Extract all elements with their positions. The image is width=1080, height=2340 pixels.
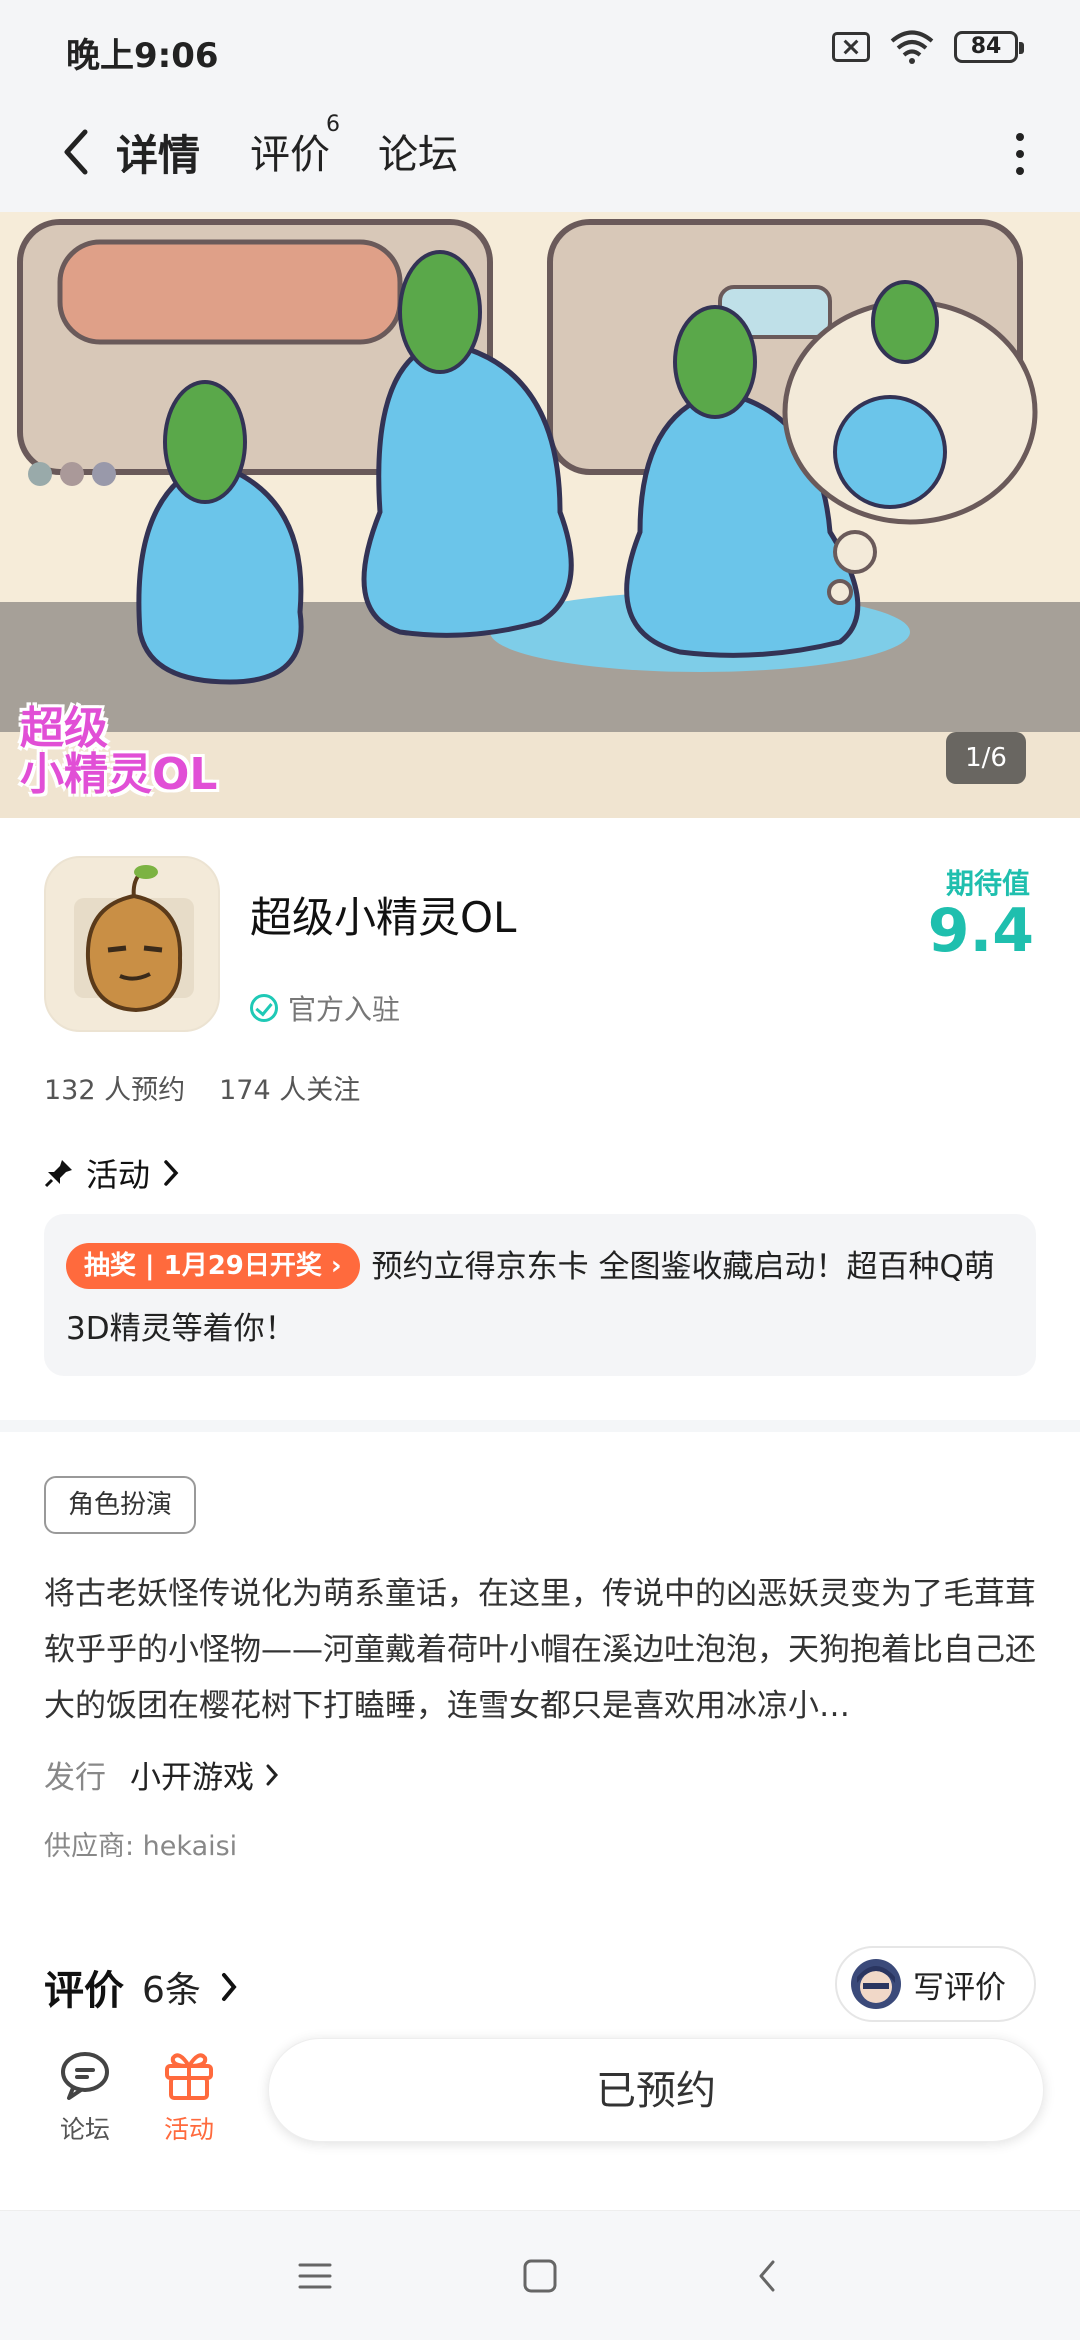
top-nav: 详情 评价 6 论坛 (0, 96, 1080, 212)
genre-tag[interactable]: 角色扮演 (44, 1476, 197, 1534)
tab-review[interactable]: 评价 6 (250, 112, 340, 180)
tab-forum[interactable]: 论坛 (378, 122, 458, 180)
system-nav-bar (0, 2210, 1080, 2340)
chevron-left-icon (64, 129, 88, 175)
app-stats: 132 人预约 174 人关注 (44, 1068, 360, 1107)
battery-indicator: 84 (954, 31, 1024, 63)
verified-check-icon (250, 994, 278, 1022)
reservation-count: 132 人预约 (44, 1075, 186, 1106)
carousel-counter: 1/6 (946, 732, 1026, 784)
review-count-badge: 6 (326, 112, 340, 137)
gift-icon (165, 2053, 213, 2100)
lottery-tag: 抽奖 | 1月29日开奖 › (66, 1242, 360, 1289)
back-button[interactable] (46, 122, 106, 182)
menu-icon (298, 2263, 332, 2289)
section-divider (0, 1420, 1080, 1432)
tab-review-label: 评价 (250, 132, 330, 178)
menu-button[interactable] (290, 2251, 340, 2301)
potato-character-icon (74, 865, 194, 1013)
game-logo: 超级 小精灵OL (20, 703, 218, 800)
supplier-text: 供应商: hekaisi (44, 1831, 238, 1862)
pin-icon (44, 1160, 72, 1188)
follower-count: 174 人关注 (219, 1075, 361, 1106)
expect-score: 9.4 (927, 896, 1034, 966)
publisher-name: 小开游戏 (130, 1752, 280, 1797)
home-button[interactable] (515, 2251, 565, 2301)
bottom-activity-button[interactable]: 活动 (144, 2044, 234, 2146)
chevron-right-icon (164, 1160, 179, 1186)
system-back-button[interactable] (742, 2251, 792, 2301)
wifi-icon (890, 30, 934, 64)
chevron-right-icon (221, 1973, 237, 2001)
forum-chat-icon (61, 2052, 109, 2100)
status-time: 晚上9:06 (66, 36, 219, 76)
publisher-row[interactable]: 发行 小开游戏 (44, 1752, 280, 1797)
status-bar: 晚上9:06 84 (0, 0, 1080, 96)
no-sim-icon (832, 32, 870, 62)
more-options-button[interactable] (1000, 124, 1040, 184)
publisher-label: 发行 (44, 1760, 106, 1796)
banner-carousel[interactable]: 超级 小精灵OL 1/6 (0, 212, 1080, 818)
official-badge: 官方入驻 (250, 988, 400, 1028)
bottom-forum-button[interactable]: 论坛 (40, 2044, 130, 2146)
home-square-icon (523, 2259, 557, 2293)
app-icon (44, 856, 220, 1032)
status-icons: 84 (832, 30, 1024, 64)
review-count: 6条 (142, 1970, 201, 2011)
tab-detail[interactable]: 详情 (112, 122, 205, 183)
review-title: 评价 (44, 1968, 124, 2014)
app-name: 超级小精灵OL (250, 893, 517, 942)
back-arrow-icon (759, 2260, 775, 2292)
bottom-action-bar: 论坛 活动 已预约 (0, 2026, 1080, 2210)
chevron-right-icon (266, 1764, 279, 1785)
activity-card[interactable]: 抽奖 | 1月29日开奖 › 预约立得京东卡 全图鉴收藏启动！超百种Q萌3D精灵等… (44, 1214, 1036, 1376)
write-review-button[interactable]: 写评价 (835, 1946, 1036, 2022)
avatar (851, 1959, 901, 2009)
reserved-button[interactable]: 已预约 (268, 2038, 1044, 2142)
activity-header[interactable]: 活动 (44, 1150, 180, 1196)
game-description[interactable]: 将古老妖怪传说化为萌系童话，在这里，传说中的凶恶妖灵变为了毛茸茸软乎乎的小怪物—… (44, 1566, 1036, 1734)
review-header[interactable]: 评价 6条 (44, 1958, 239, 2016)
